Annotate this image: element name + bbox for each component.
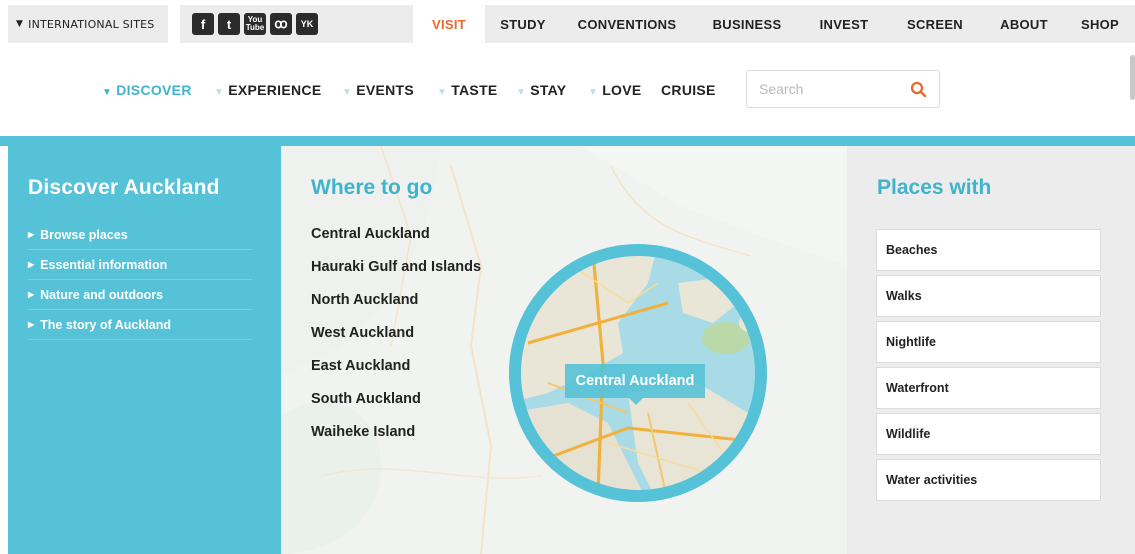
top-bar-spacer <box>350 5 413 43</box>
triangle-down-icon: ▼ <box>16 19 24 29</box>
sub-nav-events-label: EVENTS <box>356 82 415 98</box>
weibo-icon[interactable]: ꝏ <box>270 13 292 35</box>
main-nav-conventions[interactable]: CONVENTIONS <box>561 5 693 43</box>
sub-nav-cruise[interactable]: CRUISE <box>661 82 716 98</box>
sub-nav-stay-label: STAY <box>530 82 567 98</box>
youku-icon[interactable]: YK <box>296 13 318 35</box>
where-to-go-title: Where to go <box>311 176 433 199</box>
top-bar: ▼ INTERNATIONAL SITES f t You Tube ꝏ YK … <box>0 0 1135 43</box>
arrow-right-icon: ▶ <box>28 290 35 299</box>
sub-nav-stay[interactable]: ▼ STAY <box>516 82 566 98</box>
search-icon[interactable] <box>910 81 927 98</box>
discover-link-essential-information[interactable]: ▶ Essential information <box>28 250 252 280</box>
youtube-icon[interactable]: You Tube <box>244 13 266 35</box>
places-with-nightlife[interactable]: Nightlife <box>876 321 1101 363</box>
discover-link-label: The story of Auckland <box>40 317 171 332</box>
main-nav-study[interactable]: STUDY <box>485 5 561 43</box>
sub-nav: ▼ DISCOVER ▼ EXPERIENCE ▼ EVENTS ▼ TASTE ▼ ST… <box>0 70 1135 110</box>
caret-down-icon: ▼ <box>342 87 353 98</box>
places-with-waterfront[interactable]: Waterfront <box>876 367 1101 409</box>
main-nav-visit[interactable]: VISIT <box>413 5 485 43</box>
main-nav-invest[interactable]: INVEST <box>801 5 887 43</box>
section-divider <box>0 136 1135 146</box>
main-nav: VISIT STUDY CONVENTIONS BUSINESS INVEST … <box>413 5 1135 43</box>
discover-link-label: Nature and outdoors <box>40 287 164 302</box>
arrow-right-icon: ▶ <box>28 320 35 329</box>
discover-link-story-of-auckland[interactable]: ▶ The story of Auckland <box>28 310 252 340</box>
places-with-list: Beaches Walks Nightlife Waterfront Wildl… <box>876 229 1101 505</box>
place-hauraki-gulf[interactable]: Hauraki Gulf and Islands <box>311 259 481 292</box>
place-waiheke-island[interactable]: Waiheke Island <box>311 424 481 457</box>
places-with-water-activities[interactable]: Water activities <box>876 459 1101 501</box>
main-nav-screen[interactable]: SCREEN <box>887 5 983 43</box>
international-sites-dropdown[interactable]: ▼ INTERNATIONAL SITES <box>8 5 168 43</box>
discover-panel: Discover Auckland ▶ Browse places ▶ Essent… <box>8 146 281 554</box>
where-to-go-panel: Where to go Central Auckland Hauraki Gul… <box>281 146 847 554</box>
sub-nav-love[interactable]: ▼ LOVE <box>588 82 642 98</box>
discover-link-browse-places[interactable]: ▶ Browse places <box>28 220 252 250</box>
caret-down-icon: ▼ <box>588 87 599 98</box>
discover-panel-title: Discover Auckland <box>28 176 220 199</box>
sub-nav-taste[interactable]: ▼ TASTE <box>437 82 498 98</box>
place-south-auckland[interactable]: South Auckland <box>311 391 481 424</box>
places-with-panel: Places with Beaches Walks Nightlife Wate… <box>847 146 1135 554</box>
twitter-icon[interactable]: t <box>218 13 240 35</box>
caret-down-icon: ▼ <box>102 87 113 98</box>
caret-down-icon: ▼ <box>516 87 527 98</box>
place-central-auckland[interactable]: Central Auckland <box>311 226 481 259</box>
caret-down-icon: ▼ <box>437 87 448 98</box>
sub-nav-discover-label: DISCOVER <box>116 82 192 98</box>
places-with-wildlife[interactable]: Wildlife <box>876 413 1101 455</box>
page-scrollbar[interactable] <box>1130 55 1135 100</box>
international-sites-label: INTERNATIONAL SITES <box>28 17 155 31</box>
search-input[interactable] <box>747 71 897 107</box>
sub-nav-events[interactable]: ▼ EVENTS <box>342 82 414 98</box>
sub-nav-experience-label: EXPERIENCE <box>228 82 322 98</box>
discover-link-nature-outdoors[interactable]: ▶ Nature and outdoors <box>28 280 252 310</box>
map-region-label[interactable]: Central Auckland <box>565 364 705 405</box>
discover-links: ▶ Browse places ▶ Essential information ▶ N… <box>28 220 252 340</box>
discover-link-label: Browse places <box>40 227 128 242</box>
places-with-beaches[interactable]: Beaches <box>876 229 1101 271</box>
sub-nav-love-label: LOVE <box>602 82 642 98</box>
discover-link-label: Essential information <box>40 257 168 272</box>
sub-nav-taste-label: TASTE <box>451 82 498 98</box>
search-box <box>746 70 940 108</box>
where-to-go-list: Central Auckland Hauraki Gulf and Island… <box>311 226 481 457</box>
place-west-auckland[interactable]: West Auckland <box>311 325 481 358</box>
caret-down-icon: ▼ <box>214 87 225 98</box>
places-with-title: Places with <box>877 176 992 199</box>
arrow-right-icon: ▶ <box>28 230 35 239</box>
main-nav-shop[interactable]: SHOP <box>1065 5 1135 43</box>
place-east-auckland[interactable]: East Auckland <box>311 358 481 391</box>
main-nav-about[interactable]: ABOUT <box>983 5 1065 43</box>
arrow-right-icon: ▶ <box>28 260 35 269</box>
social-links: f t You Tube ꝏ YK <box>180 5 350 43</box>
sub-nav-discover[interactable]: ▼ DISCOVER <box>102 82 192 98</box>
sub-nav-experience[interactable]: ▼ EXPERIENCE <box>214 82 321 98</box>
place-north-auckland[interactable]: North Auckland <box>311 292 481 325</box>
facebook-icon[interactable]: f <box>192 13 214 35</box>
places-with-walks[interactable]: Walks <box>876 275 1101 317</box>
main-nav-business[interactable]: BUSINESS <box>693 5 801 43</box>
